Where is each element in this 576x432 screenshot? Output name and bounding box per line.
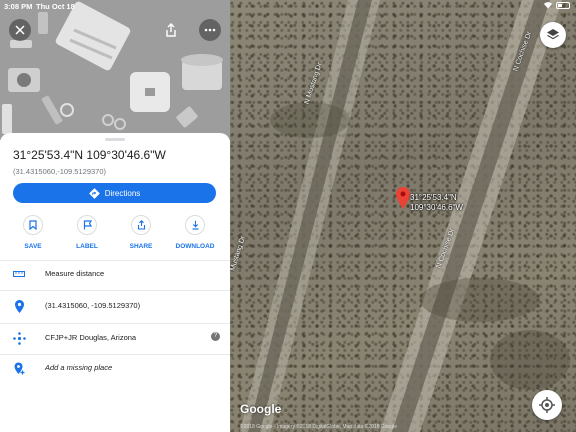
google-logo: Google xyxy=(240,402,282,416)
plus-code-icon xyxy=(12,331,26,345)
pin-label-lat: 31°25'53.4"N xyxy=(410,193,457,202)
download-icon xyxy=(192,220,198,230)
share-label: SHARE xyxy=(129,243,153,250)
my-location-button[interactable] xyxy=(532,390,562,420)
place-panel: 31°25'53.4"N 109°30'46.6"W (31.4315060,-… xyxy=(0,0,230,432)
save-label: SAVE xyxy=(24,243,42,250)
directions-label: Directions xyxy=(104,188,141,198)
measure-distance-label: Measure distance xyxy=(45,269,105,278)
save-button[interactable]: SAVE xyxy=(13,215,53,250)
map-attribution: ©2018 Google · Imagery ©2018 DigitalGlob… xyxy=(240,424,397,430)
satellite-map[interactable]: N Mustang Dr Mustang Dr N Cochise Dr N C… xyxy=(230,0,576,432)
coordinates-row[interactable]: (31.4315060, -109.5129370) xyxy=(0,293,230,321)
bookmark-icon xyxy=(29,220,37,230)
directions-icon xyxy=(88,187,100,199)
crosshair-icon xyxy=(539,397,555,413)
battery-icon xyxy=(556,1,570,9)
drag-handle[interactable] xyxy=(105,138,125,141)
status-bar: 3:08 PM Thu Oct 18 xyxy=(0,0,576,12)
pin-label-lng: 109°30'46.6"W xyxy=(410,203,463,212)
status-time: 3:08 PM xyxy=(4,2,33,11)
coordinates-decimal: (31.4315060,-109.5129370) xyxy=(13,167,106,176)
add-missing-place-row[interactable]: Add a missing place xyxy=(0,355,230,383)
help-icon[interactable]: ? xyxy=(211,332,220,341)
share-icon xyxy=(137,220,145,230)
roads-layer xyxy=(240,0,570,432)
directions-button[interactable]: Directions xyxy=(13,183,216,203)
location-pin-marker[interactable] xyxy=(396,187,410,214)
add-place-icon xyxy=(14,362,24,374)
plus-code-row[interactable]: CFJP+JR Douglas, Arizona ? xyxy=(0,325,230,353)
flag-icon xyxy=(83,220,92,230)
wifi-icon xyxy=(544,2,552,9)
layers-button[interactable] xyxy=(540,22,566,48)
pin-label: 31°25'53.4"N 109°30'46.6"W xyxy=(410,193,463,213)
more-options-button[interactable] xyxy=(199,19,221,41)
divider xyxy=(0,290,230,291)
location-pin-icon xyxy=(14,299,24,313)
download-button[interactable]: DOWNLOAD xyxy=(175,215,215,250)
label-label: LABEL xyxy=(76,243,98,250)
share-icon xyxy=(166,23,176,37)
action-bar: SAVE LABEL SHARE DOWNLOAD xyxy=(0,215,230,259)
layers-icon xyxy=(547,29,559,40)
label-button[interactable]: LABEL xyxy=(67,215,107,250)
measure-distance-row[interactable]: Measure distance xyxy=(0,261,230,289)
download-label: DOWNLOAD xyxy=(175,243,215,250)
close-icon xyxy=(15,25,25,35)
hero-illustration xyxy=(0,0,230,140)
ruler-icon xyxy=(13,271,25,277)
share-top-button[interactable] xyxy=(160,19,182,41)
close-button[interactable] xyxy=(9,19,31,41)
coordinates-row-label: (31.4315060, -109.5129370) xyxy=(45,301,141,310)
share-button[interactable]: SHARE xyxy=(121,215,161,250)
coordinates-title: 31°25'53.4"N 109°30'46.6"W xyxy=(13,148,166,162)
place-card: 31°25'53.4"N 109°30'46.6"W (31.4315060,-… xyxy=(0,133,230,432)
divider xyxy=(0,323,230,324)
status-date: Thu Oct 18 xyxy=(36,2,75,11)
plus-code-label: CFJP+JR Douglas, Arizona xyxy=(45,333,137,342)
illustration-graphic xyxy=(0,0,230,140)
more-horizontal-icon xyxy=(204,28,216,32)
add-missing-place-label: Add a missing place xyxy=(45,363,113,372)
